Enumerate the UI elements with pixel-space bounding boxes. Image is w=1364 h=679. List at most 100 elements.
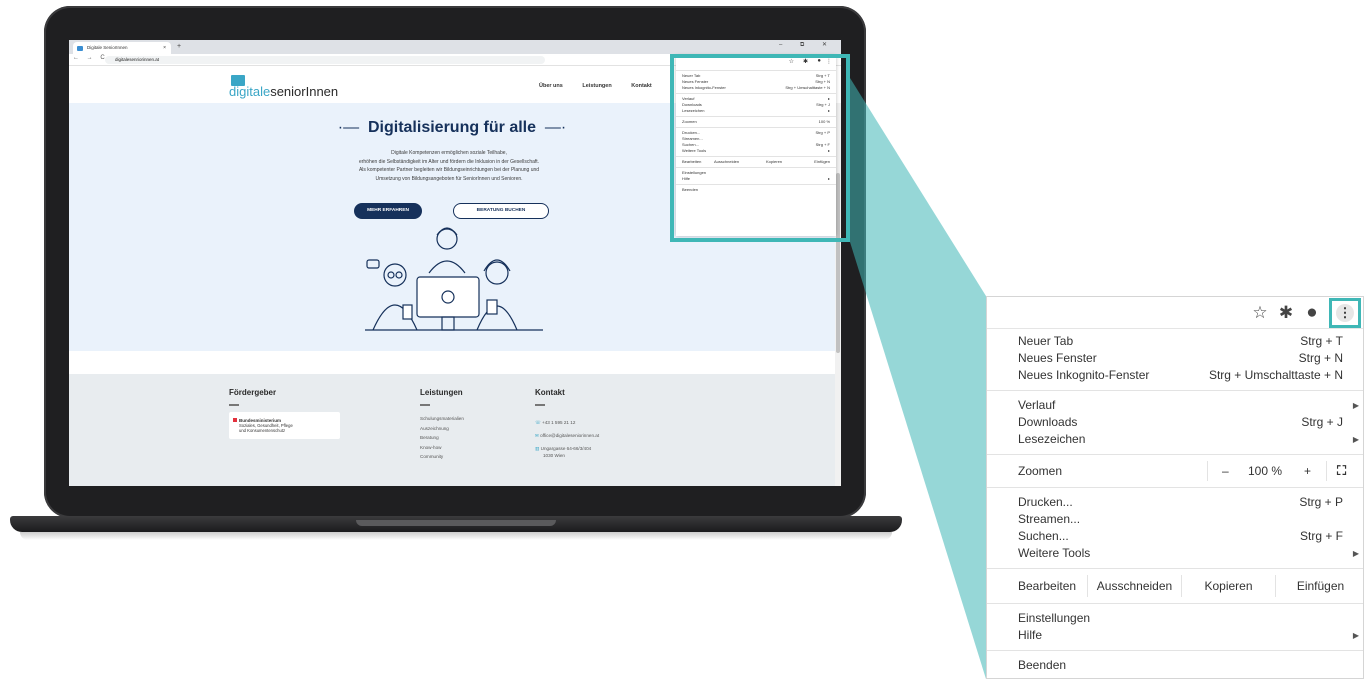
menu-zoom-row: Zoomen – 100 % + ⛶: [987, 461, 1363, 481]
zoom-in-button[interactable]: +: [1304, 461, 1311, 481]
menu-shortcut: Strg + T: [1300, 334, 1343, 348]
address-line: 1030 Wien: [543, 453, 565, 458]
menu-separator: [987, 650, 1363, 651]
menu-label: Downloads: [1018, 415, 1078, 429]
menu-label: Drucken...: [1018, 495, 1073, 509]
menu-item-neuer-tab[interactable]: Neuer Tab Strg + T: [987, 333, 1363, 350]
menu-separator: [987, 487, 1363, 488]
hero-line: Als kompetenter Partner begleiten wir Bi…: [358, 167, 540, 173]
contact-address: ▥ Ungargasse 64-66/3/404 1030 Wien: [535, 445, 599, 459]
phone-icon: ☏: [535, 420, 543, 425]
hero-title-text: Digitalisierung für alle: [367, 119, 537, 136]
edit-paste-button[interactable]: Einfügen: [1275, 575, 1364, 597]
zoom-value: 100 %: [1248, 464, 1283, 478]
site-footer: Fördergeber Bundesministerium Soziales, …: [69, 374, 835, 486]
menu-item-downloads[interactable]: Downloads Strg + J: [987, 414, 1363, 431]
menu-item-beenden[interactable]: Beenden: [987, 657, 1363, 674]
menu-label: Neuer Tab: [1018, 334, 1074, 348]
menu-item-suchen[interactable]: Suchen... Strg + F: [987, 528, 1363, 545]
sponsor-card[interactable]: Bundesministerium Soziales, Gesundheit, …: [229, 412, 340, 439]
menu-item-weitere-tools[interactable]: Weitere Tools ▶: [987, 545, 1363, 562]
footer-link[interactable]: Know-how: [420, 443, 464, 453]
seniors-illustration: [365, 227, 543, 331]
logo-suffix: seniorInnen: [270, 84, 339, 99]
footer-link[interactable]: Schulungsmaterialien: [420, 414, 464, 424]
laptop-notch: [356, 520, 556, 526]
contact-phone[interactable]: ☏ +43 1 595 21 12: [535, 416, 599, 429]
menu-toolbar: ☆ ✱ ● ⋮: [987, 297, 1363, 329]
menu-shortcut: Strg + F: [1299, 529, 1343, 543]
zoomed-browser-menu: ☆ ✱ ● ⋮ Neuer Tab Strg + T Neues Fenster S…: [986, 296, 1364, 679]
menu-label: Einstellungen: [1018, 611, 1091, 625]
menu-shortcut: Strg + J: [1301, 415, 1343, 429]
menu-separator: [987, 568, 1363, 569]
menu-item-inkognito[interactable]: Neues Inkognito-Fenster Strg + Umschaltta…: [987, 367, 1363, 384]
menu-separator: [987, 454, 1363, 455]
puzzle-icon[interactable]: ✱: [1275, 302, 1297, 324]
star-icon[interactable]: ☆: [1249, 302, 1271, 324]
footer-rule: [535, 404, 545, 406]
phone-text: +43 1 595 21 12: [542, 420, 576, 425]
account-icon[interactable]: ●: [1301, 302, 1323, 324]
edit-copy-button[interactable]: Kopieren: [1181, 575, 1275, 597]
window-controls[interactable]: – ⧉ ✕: [779, 41, 835, 49]
zoom-controls: – 100 % + ⛶: [1207, 461, 1364, 481]
logo-prefix: digitale: [229, 84, 271, 99]
menu-label: Neues Fenster: [1018, 351, 1097, 365]
footer-title-leistungen: Leistungen: [420, 388, 463, 397]
browser-tab[interactable]: Digitale SeniorInnen ×: [73, 42, 171, 54]
fullscreen-icon[interactable]: ⛶: [1326, 461, 1346, 481]
menu-item-einstellungen[interactable]: Einstellungen: [987, 610, 1363, 627]
menu-shortcut: Strg + P: [1299, 495, 1343, 509]
beratung-buchen-button[interactable]: BERATUNG BUCHEN: [453, 203, 549, 219]
edit-copy-label: Kopieren: [1204, 579, 1253, 593]
laptop-shadow: [20, 532, 892, 540]
hero-text: Digitale Kompetenzen ermöglichen soziale…: [239, 149, 659, 183]
edit-cut-button[interactable]: Ausschneiden: [1087, 575, 1181, 597]
submenu-arrow-icon: ▶: [1352, 631, 1359, 640]
title-deco-left: ·—: [337, 119, 368, 136]
nav-item-kontakt[interactable]: Kontakt: [631, 83, 651, 89]
mehr-erfahren-button[interactable]: MEHR ERFAHREN: [354, 203, 422, 219]
submenu-arrow-icon: ▶: [1352, 401, 1359, 410]
menu-item-lesezeichen[interactable]: Lesezeichen ▶: [987, 431, 1363, 448]
edit-cut-label: Ausschneiden: [1096, 579, 1173, 593]
tab-close-icon[interactable]: ×: [163, 42, 166, 54]
menu-label: Lesezeichen: [1018, 432, 1086, 446]
contact-email[interactable]: ✉ office@digitaleseniorinnen.at: [535, 429, 599, 442]
menu-label: Hilfe: [1018, 628, 1043, 642]
menu-shortcut: Strg + Umschalttaste + N: [1208, 368, 1343, 382]
menu-item-streamen[interactable]: Streamen...: [987, 511, 1363, 528]
site-logo[interactable]: digitaleseniorInnen: [229, 84, 338, 99]
menu-separator: [987, 603, 1363, 604]
menu-item-drucken[interactable]: Drucken... Strg + P: [987, 494, 1363, 511]
browser-tabbar: Digitale SeniorInnen × + – ⧉ ✕: [69, 40, 841, 54]
new-tab-button[interactable]: +: [177, 42, 181, 52]
footer-links: Schulungsmaterialien Auszeichnung Beratu…: [420, 414, 464, 462]
footer-title-kontakt: Kontakt: [535, 388, 565, 397]
menu-item-hilfe[interactable]: Hilfe ▶: [987, 627, 1363, 644]
menu-shortcut: Strg + N: [1298, 351, 1343, 365]
menu-item-verlauf[interactable]: Verlauf ▶: [987, 397, 1363, 414]
hero-line: erhöhen die Selbständigkeit im Alter und…: [358, 158, 540, 165]
url-field[interactable]: digitalesenriorinnen.at: [105, 56, 545, 64]
nav-item-leistungen[interactable]: Leistungen: [582, 83, 611, 89]
menu-label: Weitere Tools: [1018, 546, 1091, 560]
kebab-menu-icon[interactable]: ⋮: [1336, 304, 1354, 322]
zoom-out-button[interactable]: –: [1222, 461, 1229, 481]
highlight-frame: [670, 54, 850, 242]
menu-separator: [987, 390, 1363, 391]
footer-link[interactable]: Community: [420, 452, 464, 462]
menu-edit-row: Bearbeiten Ausschneiden Kopieren Einfüge…: [987, 575, 1363, 597]
nav-buttons[interactable]: ← → C: [73, 55, 108, 61]
footer-link[interactable]: Auszeichnung: [420, 424, 464, 434]
menu-label: Suchen...: [1018, 529, 1069, 543]
edit-label: Bearbeiten: [1018, 579, 1077, 593]
hero-line: Digitale Kompetenzen ermöglichen soziale…: [391, 150, 507, 156]
footer-rule: [229, 404, 239, 406]
laptop-bezel: [68, 486, 842, 512]
footer-link[interactable]: Beratung: [420, 433, 464, 443]
menu-label: Verlauf: [1018, 398, 1056, 412]
nav-item-ueber-uns[interactable]: Über uns: [539, 83, 563, 89]
menu-item-neues-fenster[interactable]: Neues Fenster Strg + N: [987, 350, 1363, 367]
